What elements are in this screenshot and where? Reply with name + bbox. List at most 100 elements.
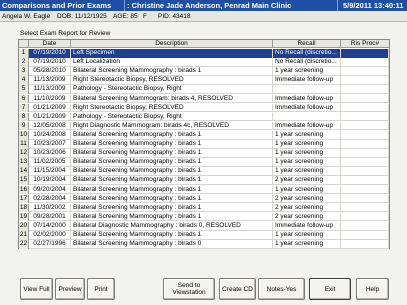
send-button-line1: Send to	[177, 282, 201, 289]
cell-date: 11/30/2002	[29, 203, 71, 213]
table-row[interactable]: 5 11/13/2009 Pathology - Stereotactic Biop…	[19, 85, 389, 95]
row-number: 5	[19, 85, 29, 95]
row-number: 2	[19, 58, 29, 67]
grid-caption: Select Exam Report for Review	[20, 30, 111, 37]
table-row[interactable]: 3 05/28/2010 Bilateral Screening Mammograp…	[19, 67, 389, 76]
cell-recall: 1 year screening	[273, 167, 341, 176]
cell-description: Bilateral Screening Mammography : birads…	[71, 167, 273, 176]
patient-sex: F	[143, 13, 147, 20]
cell-date: 12/05/2008	[29, 121, 71, 131]
cell-ris	[341, 130, 389, 140]
cell-description: Bilateral Screening Mammography : birads…	[71, 130, 273, 140]
table-row[interactable]: 22 02/27/1996 Bilateral Screening Mammogra…	[19, 240, 389, 249]
cell-recall: Immediate follow-up	[273, 94, 341, 104]
row-number: 18	[19, 203, 29, 213]
cell-ris	[341, 176, 389, 186]
row-number: 8	[19, 112, 29, 122]
cell-date: 10/23/2006	[29, 149, 71, 158]
cell-recall	[273, 112, 341, 122]
notes-button[interactable]: Notes-Yes	[258, 278, 305, 300]
header-corner	[19, 40, 29, 48]
cell-description: Right Diagnostic Mammogram: birads 4c, R…	[71, 121, 273, 131]
view-full-button[interactable]: View Full	[20, 278, 53, 300]
row-number: 12	[19, 149, 29, 158]
table-row[interactable]: 13 11/02/2005 Bilateral Screening Mammogra…	[19, 158, 389, 167]
cell-recall: 1 year screening	[273, 140, 341, 149]
table-row[interactable]: 17 02/28/2004 Bilateral Screening Mammogra…	[19, 194, 389, 204]
title-separator	[124, 0, 125, 11]
table-row[interactable]: 20 07/14/2000 Bilateral Diagnostic Mammogr…	[19, 221, 389, 231]
cell-ris	[341, 49, 389, 58]
cell-date: 07/19/2010	[29, 49, 71, 58]
cell-date: 02/02/2000	[29, 231, 71, 240]
cell-recall: Immediate follow-up	[273, 103, 341, 113]
table-row[interactable]: 19 09/28/2001 Bilateral Screening Mammogra…	[19, 212, 389, 222]
cell-ris	[341, 194, 389, 204]
table-row[interactable]: 14 11/15/2004 Bilateral Screening Mammogra…	[19, 167, 389, 176]
title-bar: Comparisons and Prior Exams : Christine …	[0, 0, 407, 11]
exam-report-grid[interactable]: Date Description Recall Ris Proc# 1 07/19…	[18, 39, 390, 249]
cell-ris	[341, 240, 389, 249]
row-number: 11	[19, 140, 29, 149]
cell-description: Left Specimen	[71, 49, 273, 58]
patient-pid: PID: 43418	[158, 13, 191, 20]
cell-ris	[341, 76, 389, 85]
table-row[interactable]: 21 02/02/2000 Bilateral Screening Mammogra…	[19, 231, 389, 240]
row-number: 20	[19, 221, 29, 231]
table-row[interactable]: 18 11/30/2002 Bilateral Screening Mammogra…	[19, 203, 389, 213]
table-row[interactable]: 10 10/24/2008 Bilateral Screening Mammogra…	[19, 130, 389, 140]
column-header-description[interactable]: Description	[71, 40, 273, 48]
cell-date: 02/27/1996	[29, 240, 71, 249]
send-to-viewstation-button[interactable]: Send to Viewstation	[163, 278, 215, 300]
cell-date: 01/21/2009	[29, 103, 71, 113]
cell-recall: No Recall (discretio...	[273, 58, 341, 67]
table-row[interactable]: 16 09/20/2004 Bilateral Screening Mammogra…	[19, 185, 389, 195]
cell-recall: Immediate follow-up	[273, 121, 341, 131]
table-row[interactable]: 2 07/19/2010 Left Localization No Recall (d…	[19, 58, 389, 67]
cell-ris	[341, 85, 389, 95]
cell-description: Bilateral Screening Mammography : birads…	[71, 212, 273, 222]
cell-ris	[341, 94, 389, 104]
table-row[interactable]: 6 11/10/2009 Bilateral Screening Mammogram…	[19, 94, 389, 104]
row-number: 4	[19, 76, 29, 85]
table-row[interactable]: 4 11/13/2009 Right Stereotactic Biopsy, RE…	[19, 76, 389, 85]
cell-ris	[341, 221, 389, 231]
column-header-date[interactable]: Date	[29, 40, 71, 48]
column-header-ris[interactable]: Ris Proc#	[341, 40, 389, 48]
table-row[interactable]: 7 01/21/2009 Right Stereotactic Biopsy, RE…	[19, 103, 389, 113]
create-cd-button[interactable]: Create CD	[219, 278, 256, 300]
cell-recall: 1 year screening	[273, 67, 341, 76]
cell-ris	[341, 203, 389, 213]
cell-description: Left Localization	[71, 58, 273, 67]
table-row[interactable]: 8 01/21/2009 Pathology - Stereotactic Biop…	[19, 112, 389, 122]
help-button[interactable]: Help	[356, 278, 389, 300]
cell-ris	[341, 231, 389, 240]
cell-recall: No Recall (discretio...	[273, 49, 341, 58]
row-number: 9	[19, 121, 29, 131]
cell-date: 11/13/2009	[29, 76, 71, 85]
table-row[interactable]: 15 10/19/2004 Bilateral Screening Mammogra…	[19, 176, 389, 186]
table-row[interactable]: 11 10/23/2007 Bilateral Screening Mammogra…	[19, 140, 389, 149]
cell-recall: Immediate follow-up	[273, 76, 341, 85]
cell-ris	[341, 158, 389, 167]
table-row[interactable]: 9 12/05/2008 Right Diagnostic Mammogram: b…	[19, 121, 389, 131]
cell-description: Pathology - Stereotactic Biopsy, Right	[71, 112, 273, 122]
table-row[interactable]: 1 07/19/2010 Left Specimen No Recall (discr…	[19, 49, 389, 58]
column-header-recall[interactable]: Recall	[273, 40, 341, 48]
patient-name: Angela W. Eagle	[2, 13, 51, 20]
cell-ris	[341, 112, 389, 122]
cell-ris	[341, 121, 389, 131]
cell-date: 05/28/2010	[29, 67, 71, 76]
cell-recall: 2 year screening	[273, 203, 341, 213]
print-button[interactable]: Print	[87, 278, 115, 300]
cell-date: 11/10/2009	[29, 94, 71, 104]
preview-button[interactable]: Preview	[55, 278, 85, 300]
cell-recall: 1 year screening	[273, 130, 341, 140]
grid-header: Date Description Recall Ris Proc#	[19, 40, 389, 48]
exit-button[interactable]: Exit	[309, 278, 351, 300]
table-row[interactable]: 12 10/23/2006 Bilateral Screening Mammogra…	[19, 149, 389, 158]
cell-date: 09/20/2004	[29, 185, 71, 195]
row-number: 1	[19, 49, 29, 58]
cell-recall: 2 year screening	[273, 194, 341, 204]
cell-ris	[341, 149, 389, 158]
